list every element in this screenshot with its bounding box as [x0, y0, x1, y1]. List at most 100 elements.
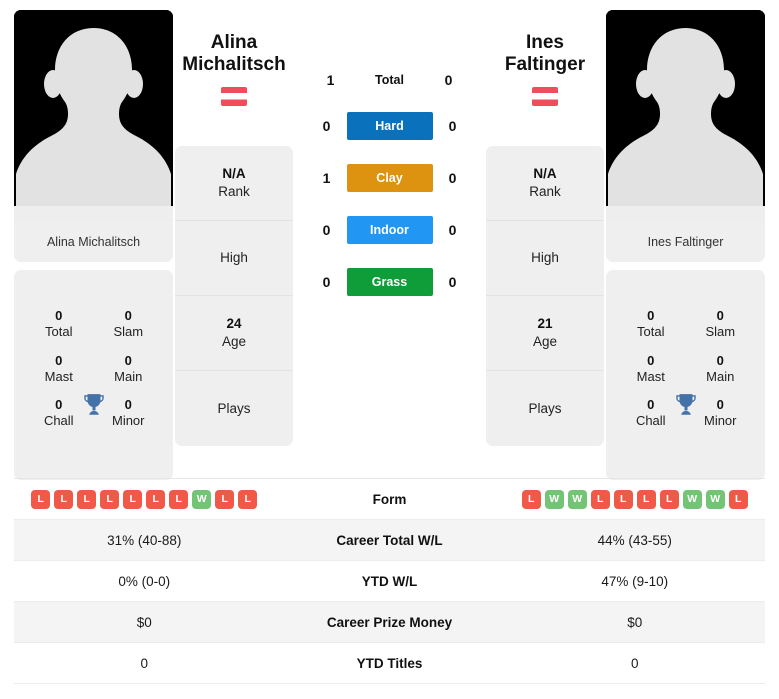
- player-comparison-page: Alina Michalitsch 0 Total 0 Slam 0 Mast: [0, 0, 779, 699]
- table-row-ytd-wl: 0% (0-0) YTD W/L 47% (9-10): [14, 561, 765, 602]
- stat-main: 0 Main: [94, 353, 164, 386]
- row-label-ytd-titles: YTD Titles: [356, 655, 423, 671]
- left-player-photo-card[interactable]: Alina Michalitsch: [14, 10, 173, 262]
- right-player-info-column: Ines Faltinger N/A Rank High 21 Age Play…: [486, 10, 604, 446]
- h2h-row-grass: 0 Grass 0: [295, 268, 484, 296]
- right-form-cell: LWWLLLLWWL: [505, 489, 766, 509]
- stat-mast: 0 Mast: [616, 353, 686, 386]
- left-rank-value: N/A: [222, 166, 246, 182]
- left-rank-row: N/A Rank: [175, 146, 293, 221]
- stat-slam-value: 0: [124, 308, 132, 323]
- stat-total-label: Total: [637, 324, 665, 340]
- comparison-table: LLLLLLLWLL Form LWWLLLLWWL 31% (40-88) C…: [14, 478, 765, 684]
- right-age-row: 21 Age: [486, 296, 604, 371]
- form-badge-loss: L: [636, 489, 656, 509]
- form-badge-win: W: [567, 489, 587, 509]
- h2h-hard-badge[interactable]: Hard: [346, 112, 433, 140]
- right-player-photo-card[interactable]: Ines Faltinger: [606, 10, 765, 262]
- top-comparison-area: Alina Michalitsch 0 Total 0 Slam 0 Mast: [0, 0, 779, 480]
- stat-mast-label: Mast: [636, 368, 665, 384]
- h2h-row-hard: 0 Hard 0: [295, 112, 484, 140]
- stat-total-label: Total: [45, 324, 73, 340]
- right-high-label: High: [531, 250, 559, 266]
- h2h-total-label: Total: [375, 73, 404, 87]
- left-plays-label: Plays: [217, 400, 251, 416]
- form-badge-win: W: [192, 489, 212, 509]
- form-badge-loss: L: [238, 489, 258, 509]
- right-age-label: Age: [532, 334, 558, 349]
- left-player-first-name[interactable]: Alina: [175, 32, 293, 54]
- row-label-career-prize-money: Career Prize Money: [326, 614, 453, 630]
- h2h-row-clay: 1 Clay 0: [295, 164, 484, 192]
- right-rank-label: Rank: [529, 184, 561, 199]
- row-label-ytd-wl: YTD W/L: [361, 573, 418, 589]
- stat-main: 0 Main: [686, 353, 756, 386]
- right-plays-label: Plays: [528, 400, 562, 416]
- left-player-column: Alina Michalitsch 0 Total 0 Slam 0 Mast: [14, 10, 173, 480]
- left-player-info-card: N/A Rank High 24 Age Plays: [175, 146, 293, 446]
- left-titles-heading: [14, 278, 173, 308]
- h2h-row-indoor: 0 Indoor 0: [295, 216, 484, 244]
- h2h-indoor-badge[interactable]: Indoor: [346, 216, 433, 244]
- h2h-grass-badge[interactable]: Grass: [346, 268, 433, 296]
- trophy-icon: [675, 394, 696, 415]
- form-badge-loss: L: [146, 489, 166, 509]
- table-row-ytd-titles: 0 YTD Titles 0: [14, 643, 765, 684]
- right-high-row: High: [486, 221, 604, 296]
- right-rank-row: N/A Rank: [486, 146, 604, 221]
- player-silhouette-icon: [606, 10, 765, 222]
- right-career-total-wl: 44% (43-55): [597, 532, 672, 548]
- h2h-grass-left-score: 0: [322, 274, 331, 290]
- form-badge-loss: L: [215, 489, 235, 509]
- stat-main-label: Main: [706, 368, 735, 384]
- stat-slam: 0 Slam: [686, 308, 756, 341]
- h2h-total-right-score: 0: [444, 72, 453, 88]
- right-player-first-name[interactable]: Ines: [486, 32, 604, 54]
- right-plays-row: Plays: [486, 371, 604, 446]
- right-player-last-name[interactable]: Faltinger: [486, 54, 604, 76]
- right-player-photo-caption: Ines Faltinger: [647, 235, 724, 249]
- stat-slam-label: Slam: [113, 324, 144, 340]
- right-player-titles-card: 0 Total 0 Slam 0 Mast 0 Main 0 Chall 0 M…: [606, 270, 765, 480]
- stat-mast-value: 0: [647, 352, 655, 368]
- head-to-head-column: 1 Total 0 0 Hard 0 1 Clay 0 0 Indoor 0 0: [295, 10, 484, 296]
- stat-slam-value: 0: [716, 308, 724, 323]
- right-player-column: Ines Faltinger 0 Total 0 Slam 0 Mast 0 M…: [606, 10, 765, 480]
- h2h-grass-right-score: 0: [448, 274, 457, 290]
- h2h-clay-badge[interactable]: Clay: [346, 164, 433, 192]
- left-high-row: High: [175, 221, 293, 296]
- h2h-hard-left-score: 0: [322, 118, 331, 134]
- h2h-indoor-left-score: 0: [322, 222, 331, 238]
- trophy-icon: [83, 394, 104, 415]
- stat-slam: 0 Slam: [94, 308, 164, 341]
- stat-mast: 0 Mast: [24, 353, 94, 386]
- stat-total: 0 Total: [24, 308, 94, 341]
- right-player-name-block: Ines Faltinger: [486, 10, 604, 146]
- h2h-hard-right-score: 0: [448, 118, 457, 134]
- left-career-total-wl: 31% (40-88): [107, 532, 182, 548]
- left-ytd-wl: 0% (0-0): [118, 573, 171, 589]
- form-badge-loss: L: [590, 489, 610, 509]
- right-ytd-titles: 0: [630, 655, 639, 671]
- left-player-photo-caption: Alina Michalitsch: [46, 235, 141, 249]
- right-titles-heading: [606, 278, 765, 308]
- left-form-badges: LLLLLLLWLL: [14, 489, 275, 509]
- form-badge-loss: L: [521, 489, 541, 509]
- left-age-value: 24: [226, 316, 242, 332]
- form-badge-loss: L: [100, 489, 120, 509]
- austria-flag-icon: [532, 86, 558, 106]
- form-badge-win: W: [544, 489, 564, 509]
- stat-main-value: 0: [716, 352, 724, 368]
- left-player-last-name[interactable]: Michalitsch: [175, 54, 293, 76]
- left-player-info-column: Alina Michalitsch N/A Rank High 24 Age P…: [175, 10, 293, 446]
- stat-main-label: Main: [114, 368, 143, 384]
- stat-mast-value: 0: [55, 352, 63, 368]
- right-player-photo-frame: [606, 10, 765, 222]
- h2h-indoor-right-score: 0: [448, 222, 457, 238]
- table-row-career-total-wl: 31% (40-88) Career Total W/L 44% (43-55): [14, 520, 765, 561]
- left-plays-row: Plays: [175, 371, 293, 446]
- stat-total: 0 Total: [616, 308, 686, 341]
- form-badge-loss: L: [728, 489, 748, 509]
- stat-main-value: 0: [124, 352, 132, 368]
- left-career-prize-money: $0: [136, 614, 152, 630]
